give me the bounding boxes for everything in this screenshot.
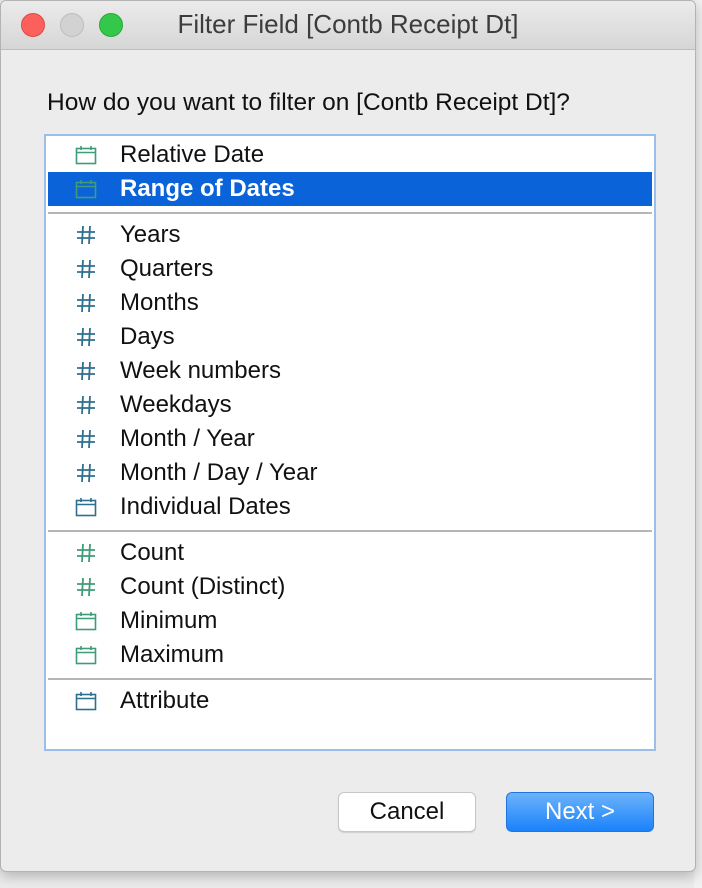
list-item-label: Years (120, 221, 181, 248)
calendar-icon (75, 497, 97, 517)
list-item-years[interactable]: Years (48, 218, 652, 252)
hash-icon (75, 429, 97, 449)
list-item-label: Month / Year (120, 425, 255, 452)
list-item-label: Quarters (120, 255, 214, 282)
list-item-label: Maximum (120, 641, 225, 668)
list-item-label: Month / Day / Year (120, 459, 318, 486)
list-item-range-of-dates[interactable]: Range of Dates (48, 172, 652, 206)
list-item-months[interactable]: Months (48, 286, 652, 320)
list-item-quarters[interactable]: Quarters (48, 252, 652, 286)
list-separator (48, 212, 652, 214)
list-item-count-distinct[interactable]: Count (Distinct) (48, 570, 652, 604)
dialog-question: How do you want to filter on [Contb Rece… (47, 89, 570, 116)
list-item-week-numbers[interactable]: Week numbers (48, 354, 652, 388)
filter-field-dialog: Filter Field [Contb Receipt Dt] How do y… (0, 0, 696, 872)
list-item-attribute[interactable]: Attribute (48, 684, 652, 718)
list-item-weekdays[interactable]: Weekdays (48, 388, 652, 422)
calendar-icon (75, 179, 97, 199)
hash-icon (75, 327, 97, 347)
list-item-maximum[interactable]: Maximum (48, 638, 652, 672)
title-bar[interactable]: Filter Field [Contb Receipt Dt] (1, 1, 695, 50)
hash-icon (75, 259, 97, 279)
list-item-days[interactable]: Days (48, 320, 652, 354)
filter-type-list[interactable]: Relative Date Range of Dates Years Quarters… (44, 134, 656, 751)
hash-icon (75, 293, 97, 313)
hash-icon (75, 577, 97, 597)
calendar-icon (75, 611, 97, 631)
hash-icon (75, 225, 97, 245)
calendar-icon (75, 645, 97, 665)
list-item-individual-dates[interactable]: Individual Dates (48, 490, 652, 524)
window-title: Filter Field [Contb Receipt Dt] (1, 9, 695, 40)
list-item-month-year[interactable]: Month / Year (48, 422, 652, 456)
hash-icon (75, 463, 97, 483)
list-item-label: Days (120, 323, 175, 350)
calendar-icon (75, 691, 97, 711)
next-button[interactable]: Next > (506, 792, 654, 832)
list-item-label: Count (120, 539, 185, 566)
list-item-label: Range of Dates (120, 175, 295, 202)
list-separator (48, 530, 652, 532)
window-title-text: Filter Field [Contb Receipt Dt] (177, 9, 519, 39)
hash-icon (75, 361, 97, 381)
list-item-label: Minimum (120, 607, 218, 634)
list-item-label: Week numbers (120, 357, 281, 384)
list-item-count[interactable]: Count (48, 536, 652, 570)
list-item-label: Count (Distinct) (120, 573, 286, 600)
calendar-icon (75, 145, 97, 165)
list-item-label: Attribute (120, 687, 210, 714)
hash-icon (75, 543, 97, 563)
list-item-month-day-year[interactable]: Month / Day / Year (48, 456, 652, 490)
list-item-label: Months (120, 289, 199, 316)
list-item-label: Relative Date (120, 141, 265, 168)
cancel-button[interactable]: Cancel (338, 792, 476, 832)
list-separator (48, 678, 652, 680)
hash-icon (75, 395, 97, 415)
list-item-minimum[interactable]: Minimum (48, 604, 652, 638)
list-item-label: Individual Dates (120, 493, 291, 520)
list-item-relative-date[interactable]: Relative Date (48, 138, 652, 172)
list-item-label: Weekdays (120, 391, 232, 418)
